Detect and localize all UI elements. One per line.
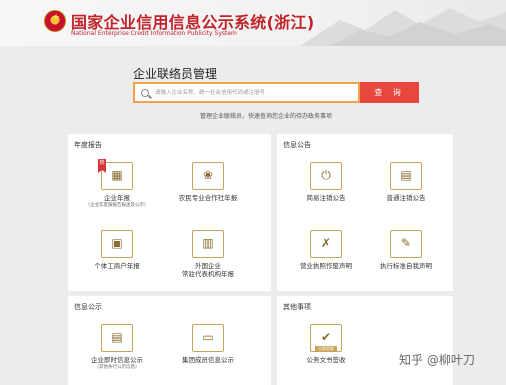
panel-title: 信息公示 bbox=[74, 303, 102, 311]
item-official-document-sign[interactable]: ✔ 立即签收 公务文书签收 bbox=[281, 324, 371, 384]
search-hint: 管理企业联络员，快速查询您企业的待办政务事项 bbox=[200, 113, 333, 120]
item-label: 简易注销公告 bbox=[306, 194, 346, 202]
site-subtitle: National Enterprise Credit Information P… bbox=[71, 30, 237, 37]
item-label: 个体工商户年报 bbox=[94, 262, 140, 270]
item-sublabel: (其他条行公示信息) bbox=[97, 365, 137, 370]
hot-ribbon: 热 bbox=[98, 159, 106, 173]
panel-title: 年度报告 bbox=[74, 141, 102, 149]
search-icon bbox=[141, 89, 149, 97]
search-input[interactable] bbox=[155, 86, 355, 100]
search-box bbox=[133, 82, 360, 103]
search-button[interactable]: 查 询 bbox=[360, 82, 419, 103]
sign-now-tag: 立即签收 bbox=[315, 346, 337, 352]
panel-title: 其他事项 bbox=[283, 303, 311, 311]
item-label: 集团成员信息公示 bbox=[182, 356, 234, 364]
item-group-member-disclosure[interactable]: ▭ 集团成员信息公示 bbox=[163, 324, 253, 384]
panel-info-disclosure: 信息公示 ▤ 企业即时信息公示 (其他条行公示信息) ▭ 集团成员信息公示 bbox=[68, 296, 271, 385]
item-label: 普通注销公告 bbox=[386, 194, 426, 202]
item-label: 外国企业 bbox=[195, 262, 221, 270]
item-individual-annual-report[interactable]: ▣ 个体工商户年报 bbox=[72, 230, 162, 290]
panel-annual-report: 年度报告 ▦ 热 企业年报 (企业年度报报告报送及公示) ❀ 农民专业合作社年报… bbox=[68, 134, 271, 291]
item-label-line2: 常驻代表机构年报 bbox=[182, 270, 234, 278]
search-title: 企业联络员管理 bbox=[133, 67, 218, 81]
item-label: 执行标准自我声明 bbox=[380, 262, 432, 270]
coop-icon: ❀ bbox=[192, 162, 224, 190]
void-license-icon: ✗ bbox=[310, 230, 342, 258]
group-icon: ▭ bbox=[192, 324, 224, 352]
national-emblem-icon: ★ bbox=[44, 10, 66, 32]
panel-other-matters: 其他事项 ✔ 立即签收 公务文书签收 bbox=[277, 296, 453, 385]
item-coop-annual-report[interactable]: ❀ 农民专业合作社年报 bbox=[163, 162, 253, 222]
item-label: 公务文书签收 bbox=[306, 356, 346, 364]
document-icon: ▤ bbox=[390, 162, 422, 190]
panel-info-notice: 信息公告 ⏻ 简易注销公告 ▤ 普通注销公告 ✗ 营业执照作废声明 ✎ 执行标准… bbox=[277, 134, 453, 291]
item-sublabel: (企业年度报报告报送及公示) bbox=[88, 203, 146, 208]
power-icon: ⏻ bbox=[310, 162, 342, 190]
item-general-cancellation-notice[interactable]: ▤ 普通注销公告 bbox=[361, 162, 451, 222]
briefcase-icon: ▣ bbox=[101, 230, 133, 258]
item-label: 企业年报 bbox=[104, 194, 130, 202]
building-icon: ▥ bbox=[192, 230, 224, 258]
instant-info-icon: ▤ bbox=[101, 324, 133, 352]
item-foreign-enterprise-annual-report[interactable]: ▥ 外国企业 常驻代表机构年报 bbox=[163, 230, 253, 290]
item-label: 企业即时信息公示 bbox=[91, 356, 143, 364]
item-label: 农民专业合作社年报 bbox=[178, 194, 238, 202]
site-header: ★ 国家企业信用信息公示系统(浙江) National Enterprise C… bbox=[0, 0, 506, 46]
standard-icon: ✎ bbox=[390, 230, 422, 258]
item-license-void-statement[interactable]: ✗ 营业执照作废声明 bbox=[281, 230, 371, 290]
item-label: 营业执照作废声明 bbox=[300, 262, 352, 270]
item-standard-self-statement[interactable]: ✎ 执行标准自我声明 bbox=[361, 230, 451, 290]
item-enterprise-annual-report[interactable]: ▦ 热 企业年报 (企业年度报报告报送及公示) bbox=[72, 159, 162, 222]
item-instant-info-disclosure[interactable]: ▤ 企业即时信息公示 (其他条行公示信息) bbox=[72, 324, 162, 384]
watermark: 知乎 @柳叶刀 bbox=[399, 353, 475, 367]
panel-title: 信息公告 bbox=[283, 141, 311, 149]
item-simple-cancellation-notice[interactable]: ⏻ 简易注销公告 bbox=[281, 162, 371, 222]
